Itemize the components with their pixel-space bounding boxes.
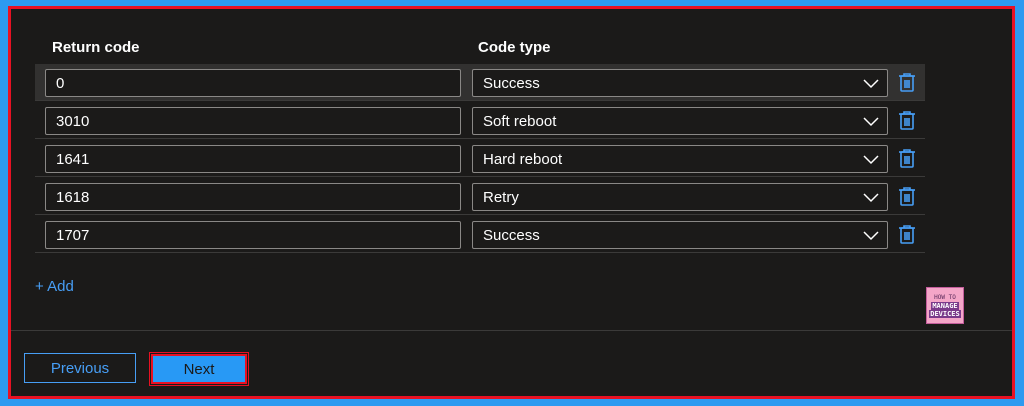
table-row: Hard reboot <box>35 140 925 177</box>
trash-icon[interactable] <box>898 224 916 244</box>
code-type-select[interactable]: Hard reboot <box>472 145 888 173</box>
return-code-input[interactable] <box>45 183 461 211</box>
code-type-value: Hard reboot <box>483 151 563 168</box>
return-code-input[interactable] <box>45 145 461 173</box>
logo-line-3: DEVICES <box>929 309 961 318</box>
chevron-down-icon <box>863 231 879 241</box>
code-type-select[interactable]: Success <box>472 221 888 249</box>
return-code-input[interactable] <box>45 221 461 249</box>
code-type-select[interactable]: Success <box>472 69 888 97</box>
chevron-down-icon <box>863 79 879 89</box>
chevron-down-icon <box>863 193 879 203</box>
table-row: Retry <box>35 178 925 215</box>
logo-line-1: HOW TO <box>934 293 956 301</box>
add-row-link[interactable]: + Add <box>35 278 74 295</box>
code-type-select[interactable]: Retry <box>472 183 888 211</box>
code-type-value: Success <box>483 227 540 244</box>
how-to-manage-devices-logo: HOW TO MANAGE DEVICES <box>926 287 964 324</box>
return-code-input[interactable] <box>45 107 461 135</box>
code-type-header: Code type <box>478 39 551 56</box>
trash-icon[interactable] <box>898 148 916 168</box>
return-codes-panel: Return code Code type Success Soft reboo… <box>8 6 1015 399</box>
code-type-select[interactable]: Soft reboot <box>472 107 888 135</box>
table-row: Soft reboot <box>35 102 925 139</box>
code-type-value: Success <box>483 75 540 92</box>
next-button[interactable]: Next <box>149 352 249 386</box>
footer-divider <box>11 330 1012 331</box>
trash-icon[interactable] <box>898 186 916 206</box>
return-code-input[interactable] <box>45 69 461 97</box>
code-type-value: Retry <box>483 189 519 206</box>
trash-icon[interactable] <box>898 72 916 92</box>
previous-button[interactable]: Previous <box>24 353 136 383</box>
logo-line-2: MANAGE <box>931 301 959 310</box>
trash-icon[interactable] <box>898 110 916 130</box>
return-code-header: Return code <box>52 39 140 56</box>
table-row: Success <box>35 216 925 253</box>
chevron-down-icon <box>863 155 879 165</box>
code-type-value: Soft reboot <box>483 113 557 130</box>
table-row: Success <box>35 64 925 101</box>
chevron-down-icon <box>863 117 879 127</box>
